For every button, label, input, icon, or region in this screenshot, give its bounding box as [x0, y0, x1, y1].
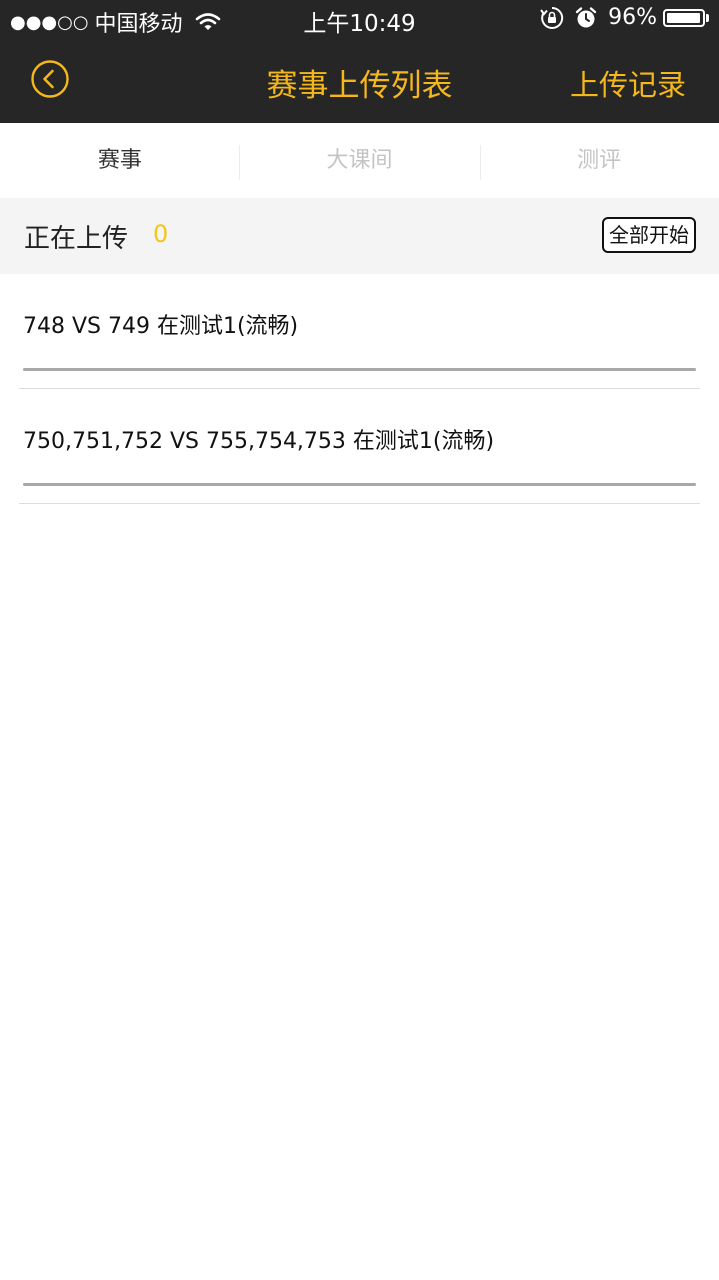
upload-item-title: 748 VS 749 在测试1(流畅) — [23, 314, 299, 339]
tab-divider — [480, 145, 481, 180]
status-bar-right: 96% — [540, 5, 709, 30]
upload-progress-bar — [23, 368, 696, 371]
battery-icon — [663, 8, 705, 27]
upload-progress-bar — [23, 483, 696, 486]
status-bar: ●●●○○ 中国移动 上午10:49 96% — [0, 0, 719, 40]
category-tabs: 赛事 大课间 测评 — [0, 123, 719, 198]
battery-tip — [706, 13, 709, 22]
upload-item-title: 750,751,752 VS 755,754,753 在测试1(流畅) — [23, 429, 495, 454]
uploading-label: 正在上传 — [24, 224, 129, 254]
tab-matches[interactable]: 赛事 — [0, 123, 240, 198]
tab-recess-exercise[interactable]: 大课间 — [240, 123, 480, 198]
item-divider — [19, 503, 700, 504]
uploading-count: 0 — [153, 220, 169, 248]
uploading-section-header: 正在上传 0 全部开始 — [0, 198, 719, 274]
battery-percentage: 96% — [608, 5, 657, 30]
upload-item[interactable]: 748 VS 749 在测试1(流畅) — [0, 274, 719, 389]
tab-divider — [239, 145, 240, 180]
upload-item[interactable]: 750,751,752 VS 755,754,753 在测试1(流畅) — [0, 389, 719, 504]
upload-list: 748 VS 749 在测试1(流畅) 750,751,752 VS 755,7… — [0, 274, 719, 504]
navigation-bar: 赛事上传列表 上传记录 — [0, 40, 719, 123]
upload-history-button[interactable]: 上传记录 — [570, 62, 686, 104]
alarm-clock-icon — [574, 6, 598, 30]
rotation-lock-icon — [540, 6, 564, 30]
tab-assessment[interactable]: 测评 — [479, 123, 719, 198]
start-all-button[interactable]: 全部开始 — [602, 217, 696, 253]
battery-level-fill — [667, 12, 700, 23]
top-bar: ●●●○○ 中国移动 上午10:49 96% 赛事上传列表 上传记录 — [0, 0, 719, 123]
